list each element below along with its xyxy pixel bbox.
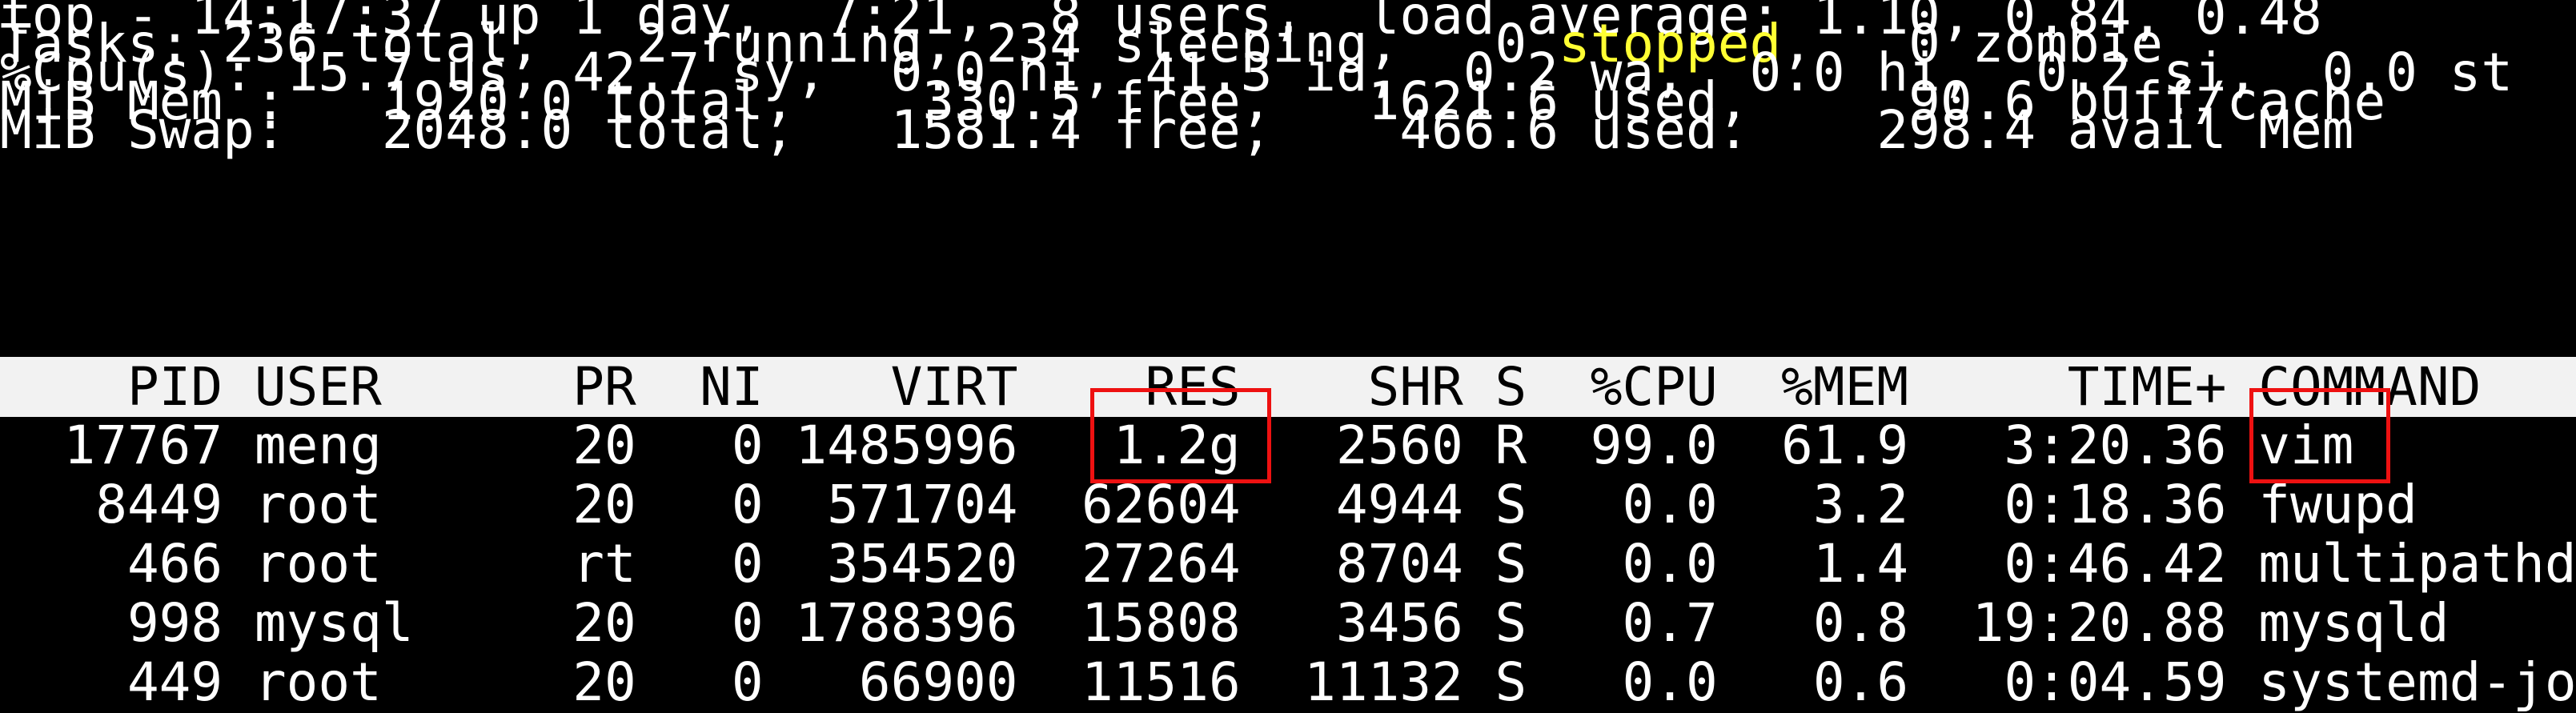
process-table-header-text: PID USER PR NI VIRT RES SHR S %CPU %MEM …	[0, 356, 2482, 418]
swap-line: MiB Swap: 2048.0 total, 1581.4 free, 466…	[0, 99, 2354, 161]
process-row: 449 root 20 0 66900 11516 11132 S 0.0 0.…	[0, 651, 2576, 713]
process-row: 466 root rt 0 354520 27264 8704 S 0.0 1.…	[0, 533, 2576, 595]
command-column-highlight-box	[2249, 388, 2390, 483]
process-row: 998 mysql 20 0 1788396 15808 3456 S 0.7 …	[0, 592, 2450, 654]
res-column-highlight-box	[1090, 388, 1271, 483]
process-row: 17767 meng 20 0 1485996 1.2g 2560 R 99.0…	[0, 415, 2354, 476]
process-row: 8449 root 20 0 571704 62604 4944 S 0.0 3…	[0, 474, 2418, 535]
process-table-header: PID USER PR NI VIRT RES SHR S %CPU %MEM …	[0, 357, 2576, 417]
